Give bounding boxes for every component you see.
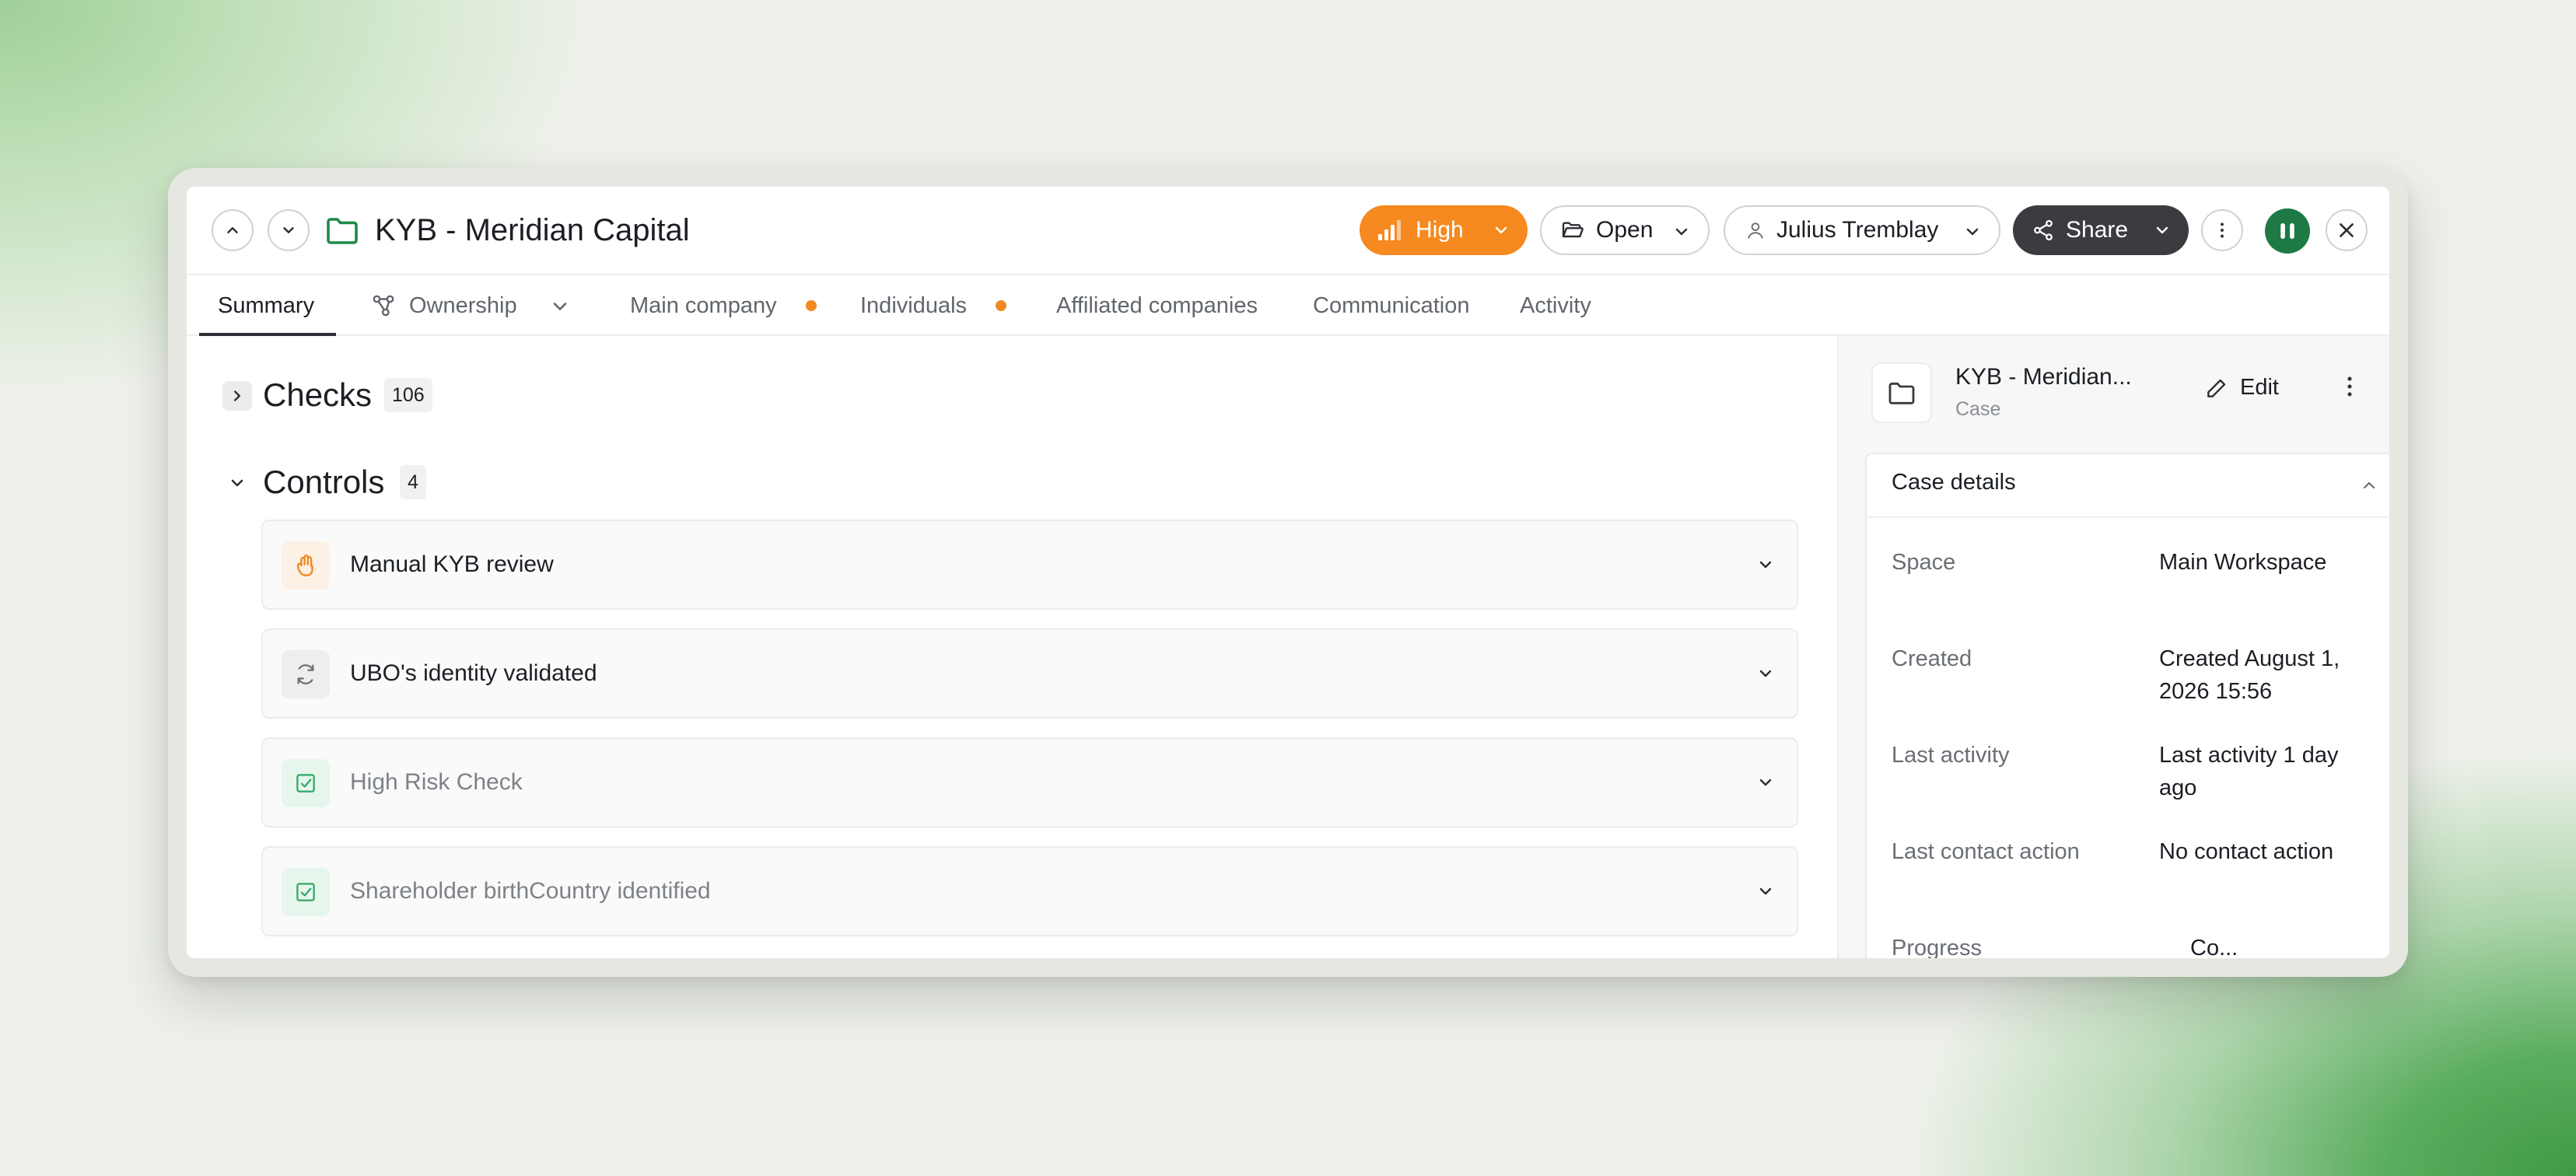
hand-icon [282,541,330,590]
chevron-down-icon [231,479,243,487]
detail-key-last-activity: Last activity [1892,743,2010,768]
chevron-down-icon [1966,228,1979,236]
chevron-up-icon [227,227,238,233]
chevron-down-icon [2156,226,2168,234]
next-case-button[interactable] [268,209,310,251]
checks-expand-toggle[interactable] [222,381,252,411]
tab-individuals[interactable]: Individuals [860,275,967,336]
status-dropdown[interactable]: Open [1540,205,1710,255]
chevron-down-icon [1675,228,1688,236]
vertical-dots-icon [2221,222,2224,238]
checks-section-title: Checks [263,376,373,413]
chevron-down-icon [1759,561,1772,569]
tab-summary[interactable]: Summary [218,275,314,336]
detail-key-progress: Progress [1892,936,1983,958]
notification-dot [806,300,817,311]
previous-case-button[interactable] [212,209,254,251]
assignee-label: Julius Tremblay [1776,217,1939,243]
folder-icon [327,218,358,244]
tab-affiliated-companies[interactable]: Affiliated companies [1056,275,1258,336]
avatar[interactable] [2265,208,2310,254]
vertical-dots-icon [2347,376,2352,397]
control-label: Manual KYB review [350,551,554,577]
chevron-down-icon [1495,226,1507,234]
control-item[interactable]: High Risk Check [261,737,1798,828]
tab-communication[interactable]: Communication [1313,275,1469,336]
summary-content: Checks 106 Controls 4 Manual KYB review … [187,336,1837,958]
case-type: Case [1955,398,2001,420]
detail-value-progress[interactable]: Co... [2159,932,2354,958]
chevron-up-icon [2363,481,2375,489]
case-details-header[interactable]: Case details [1867,454,2389,518]
folder-open-icon [1562,222,1584,238]
control-label: High Risk Check [350,769,523,795]
case-folder-icon [1871,362,1932,423]
detail-value-last-activity: Last activity 1 day ago [2159,743,2339,800]
case-panel: KYB - Meridian Capital High Open Julius [187,187,2389,958]
priority-label: High [1416,217,1464,243]
close-button[interactable] [2326,209,2368,251]
chevron-down-icon [1759,670,1772,677]
status-label: Open [1596,217,1654,243]
network-icon [373,295,394,317]
signal-bars-icon [1378,220,1401,240]
controls-collapse-toggle[interactable] [222,468,252,498]
detail-value-last-contact: No contact action [2159,839,2334,864]
priority-dropdown[interactable]: High [1360,205,1528,255]
control-item[interactable]: Manual KYB review [261,520,1798,610]
control-label: UBO's identity validated [350,660,597,686]
detail-key-last-contact: Last contact action [1892,839,2080,864]
close-icon [2340,223,2354,237]
checkbox-icon [282,868,330,916]
checkbox-icon [282,759,330,807]
share-dropdown[interactable]: Share [2013,205,2189,255]
checks-count-badge: 106 [384,378,432,412]
control-item[interactable]: Shareholder birthCountry identified [261,846,1798,936]
sidebar-more-button[interactable] [2336,373,2363,404]
notification-dot [996,300,1006,311]
tab-activity[interactable]: Activity [1520,275,1591,336]
controls-section-title: Controls [263,464,385,500]
tab-bar: Summary Ownership Main company Individua… [187,274,2389,336]
case-details-title: Case details [1892,470,2016,495]
controls-count-badge: 4 [400,465,426,499]
avatar-logo-icon [2280,223,2294,239]
chevron-down-icon [1759,887,1772,895]
page-title: KYB - Meridian Capital [375,213,690,247]
detail-value-created: Created August 1, 2026 15:56 [2159,646,2340,704]
control-label: Shareholder birthCountry identified [350,878,711,904]
app-window: KYB - Meridian Capital High Open Julius [168,168,2408,977]
detail-key-space: Space [1892,550,1956,575]
pencil-icon [2207,379,2226,397]
user-icon [1748,222,1763,239]
assignee-dropdown[interactable]: Julius Tremblay [1724,205,2000,255]
chevron-down-icon [1759,779,1772,786]
detail-value-space: Main Workspace [2159,550,2327,575]
chevron-right-icon [234,390,240,401]
case-sidebar: KYB - Meridian... Case Edit Case details… [1837,336,2389,958]
tab-ownership[interactable]: Ownership [370,275,580,336]
chevron-down-icon [283,227,294,233]
edit-button[interactable]: Edit [2204,375,2279,401]
refresh-icon [282,650,330,698]
case-details-panel: Case details Space Main Workspace Create… [1865,453,2389,958]
tab-ownership-label: Ownership [409,293,517,318]
share-label: Share [2066,217,2129,243]
control-item[interactable]: UBO's identity validated [261,628,1798,719]
detail-key-created: Created [1892,646,1972,671]
case-header: KYB - Meridian Capital High Open Julius [187,187,2389,274]
tab-main-company[interactable]: Main company [630,275,777,336]
share-icon [2034,219,2053,241]
chevron-down-icon [553,303,567,310]
case-name: KYB - Meridian... [1955,364,2132,390]
more-options-button[interactable] [2201,209,2243,251]
edit-label: Edit [2240,375,2279,400]
